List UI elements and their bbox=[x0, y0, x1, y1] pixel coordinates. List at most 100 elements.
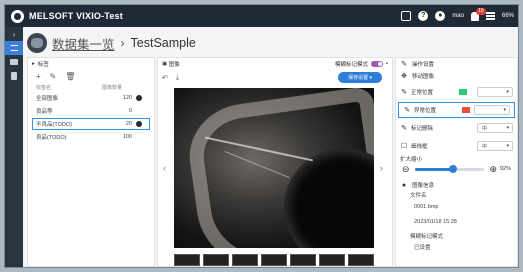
thumbnail[interactable] bbox=[348, 254, 374, 266]
bell-icon[interactable]: 10 bbox=[470, 7, 486, 21]
label-count: 20 bbox=[125, 121, 132, 127]
label-name: 良品等 bbox=[36, 109, 53, 115]
user-icon[interactable]: ● bbox=[435, 11, 446, 21]
info-icon[interactable]: ▪ bbox=[386, 61, 388, 67]
color-swatch[interactable] bbox=[462, 107, 470, 113]
palette-icon[interactable] bbox=[136, 121, 142, 127]
zoom-label-row: 扩大缩小 bbox=[396, 154, 517, 163]
line-dropdown[interactable]: 中 bbox=[477, 141, 513, 151]
edit-icon[interactable]: ✎ bbox=[50, 72, 57, 81]
file-name-label: 文件名 bbox=[410, 193, 427, 199]
thumbnail[interactable] bbox=[261, 254, 287, 266]
next-arrow-icon[interactable]: › bbox=[380, 163, 383, 173]
label-row-selected[interactable]: 不良品(TODO) 20 bbox=[32, 118, 150, 130]
row-label: 细线框 bbox=[411, 144, 428, 150]
image-info-header: ● 图像信息 bbox=[396, 179, 517, 191]
inspection-image[interactable] bbox=[174, 88, 374, 248]
title-bar: MELSOFT VIXIO-Test ? ● mao 10 66% bbox=[5, 5, 518, 27]
image-icon: ▣ bbox=[162, 61, 168, 67]
zoom-label: 扩大缩小 bbox=[400, 156, 423, 163]
zoom-knob[interactable] bbox=[448, 164, 457, 173]
delete-mark-row[interactable]: ✎ 标记删除 中 bbox=[396, 120, 517, 136]
image-viewer: ▣ 图像 模糊标记模式 ▪ ↶ ⤓ 保存设置 ▾ ‹ › bbox=[157, 57, 393, 267]
line-frame-row[interactable]: ☐ 细线框 中 bbox=[396, 138, 517, 154]
undo-icon[interactable]: ↶ bbox=[162, 74, 168, 82]
user-name[interactable]: mao bbox=[452, 13, 464, 19]
breadcrumb-project-link[interactable]: 数据集一览 bbox=[52, 34, 115, 53]
label-row[interactable]: 良品(TODO) 100 bbox=[28, 131, 154, 143]
col-image-count: 图像数量 bbox=[101, 85, 122, 91]
blur-mode-toggle[interactable] bbox=[371, 61, 384, 67]
thumbnail[interactable] bbox=[319, 254, 345, 266]
blur-mode-label: 模糊标记模式 bbox=[335, 62, 369, 68]
zoom-out-icon[interactable]: ⊖ bbox=[402, 164, 410, 175]
labels-table-header: 标签名 图像数量 bbox=[28, 84, 154, 91]
left-nav: › bbox=[5, 27, 23, 267]
info-circle-icon: ● bbox=[401, 181, 407, 189]
color-dropdown[interactable] bbox=[474, 105, 510, 115]
color-dropdown[interactable] bbox=[477, 87, 513, 97]
zoom-slider[interactable]: ⊖ ⊕ 92% bbox=[396, 163, 517, 175]
blur-mode-info-value: 已设置 bbox=[414, 245, 431, 251]
eraser-icon: ✎ bbox=[401, 125, 407, 132]
nav-dataset[interactable] bbox=[5, 41, 23, 55]
app-window: MELSOFT VIXIO-Test ? ● mao 10 66% › 数据集一… bbox=[4, 4, 519, 268]
labels-panel: ▸ 标签 + ✎ 🗑 标签名 图像数量 全部图像 120 良品等 0 不良品(TO… bbox=[27, 57, 155, 267]
breadcrumb-current: TestSample bbox=[130, 36, 196, 50]
nav-camera[interactable] bbox=[5, 55, 23, 69]
label-row[interactable]: 良品等 0 bbox=[28, 105, 154, 117]
row-label: 异常位置 bbox=[414, 108, 437, 114]
label-name: 全部图像 bbox=[36, 96, 59, 102]
label-count: 100 bbox=[122, 134, 132, 140]
row-label: 正常位置 bbox=[411, 90, 434, 96]
label-name: 不良品(TODO) bbox=[36, 122, 72, 128]
dataset-avatar bbox=[27, 33, 47, 53]
expand-icon[interactable]: › bbox=[5, 27, 23, 41]
labels-header: ▸ 标签 bbox=[28, 58, 154, 70]
move-icon: ✥ bbox=[401, 73, 407, 80]
zoom-track[interactable] bbox=[414, 164, 485, 173]
label-count: 120 bbox=[122, 95, 132, 101]
viewer-tools: ↶ ⤓ bbox=[162, 74, 179, 82]
thumbnail[interactable] bbox=[174, 254, 200, 266]
tag-icon: ▸ bbox=[32, 61, 35, 67]
camera-icon bbox=[10, 59, 18, 65]
menu-icon[interactable] bbox=[485, 12, 495, 20]
file-date: 2023/01/18 15:28 bbox=[414, 219, 457, 225]
layout-icon[interactable] bbox=[401, 11, 412, 21]
pencil-icon: ✎ bbox=[401, 89, 407, 96]
thumbnail[interactable] bbox=[290, 254, 316, 266]
nav-report[interactable] bbox=[5, 69, 23, 83]
thumbnail[interactable] bbox=[203, 254, 229, 266]
color-swatch[interactable] bbox=[459, 89, 467, 95]
breadcrumb-separator: › bbox=[120, 36, 125, 50]
label-count: 0 bbox=[128, 108, 132, 114]
pencil-icon: ✎ bbox=[401, 61, 407, 68]
blur-mode-info-label: 模糊标记模式 bbox=[410, 234, 444, 240]
prev-arrow-icon[interactable]: ‹ bbox=[163, 163, 166, 173]
thumbnail[interactable] bbox=[232, 254, 258, 266]
zoom-fill bbox=[414, 167, 453, 171]
labels-toolbar: + ✎ 🗑 bbox=[28, 70, 154, 83]
save-settings-button[interactable]: 保存设置 ▾ bbox=[338, 72, 382, 83]
add-icon[interactable]: + bbox=[36, 72, 41, 81]
size-dropdown[interactable]: 中 bbox=[477, 123, 513, 133]
zoom-value: 92% bbox=[499, 166, 511, 172]
normal-position-row[interactable]: ✎ 正常位置 bbox=[396, 84, 517, 100]
move-image-row[interactable]: ✥ 移动图像 bbox=[396, 70, 517, 82]
label-row[interactable]: 全部图像 120 bbox=[28, 92, 154, 104]
properties-panel: ✎ 操作设置 ✥ 移动图像 ✎ 正常位置 ✎ 异常位置 ✎ 标记删除 中 ☐ 细线框… bbox=[395, 57, 518, 267]
palette-icon[interactable] bbox=[136, 95, 142, 101]
thumbnail-strip bbox=[174, 254, 374, 266]
zoom-in-icon[interactable]: ⊕ bbox=[489, 164, 497, 175]
download-icon[interactable]: ⤓ bbox=[176, 74, 179, 82]
image-info-title: 图像信息 bbox=[412, 183, 435, 189]
abnormal-position-row[interactable]: ✎ 异常位置 bbox=[398, 102, 515, 118]
battery-text: 66% bbox=[501, 13, 514, 19]
help-icon[interactable]: ? bbox=[418, 11, 429, 21]
row-label: 标记删除 bbox=[411, 126, 434, 132]
delete-icon[interactable]: 🗑 bbox=[65, 72, 75, 81]
viewer-title: 图像 bbox=[168, 62, 180, 68]
breadcrumb: 数据集一览 › TestSample bbox=[27, 30, 196, 56]
topbar-actions: ? ● mao 10 66% bbox=[401, 7, 514, 21]
